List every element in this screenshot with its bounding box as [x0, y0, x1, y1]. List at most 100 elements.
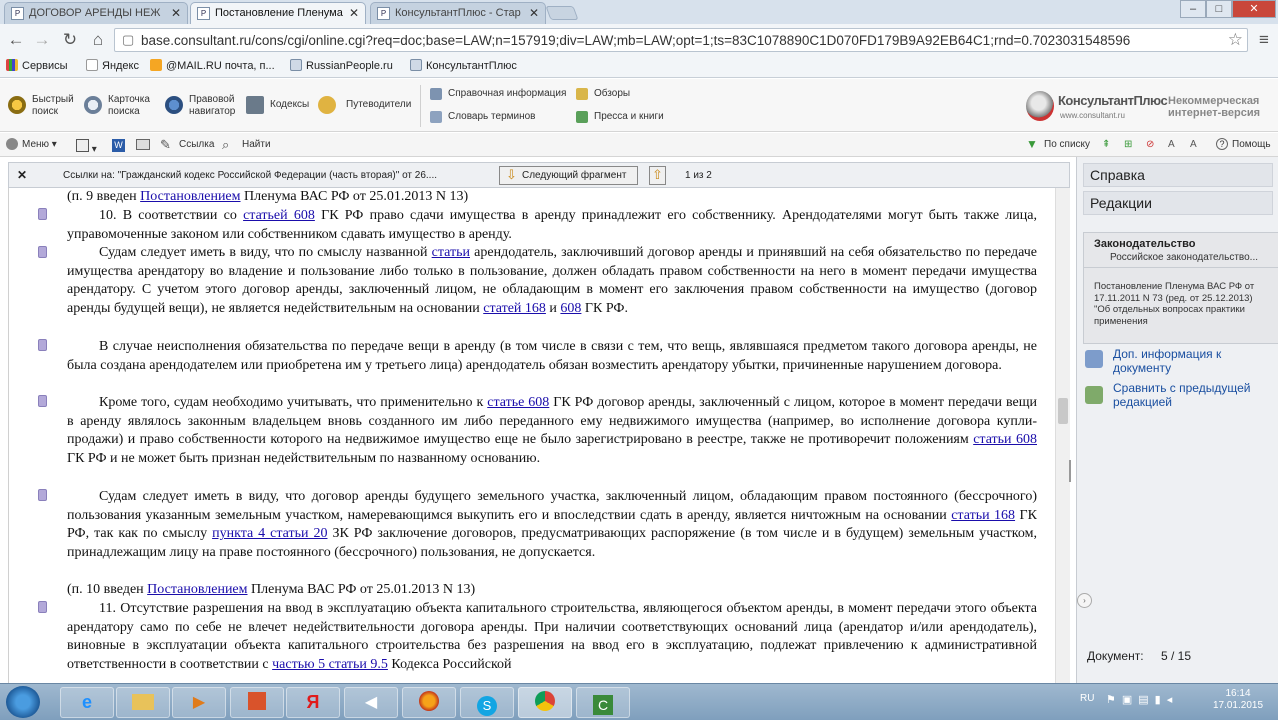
link-button[interactable]: ✎ Ссылка	[160, 137, 215, 152]
document-link[interactable]: Постановлением	[140, 189, 240, 204]
scrollbar-thumb[interactable]	[1058, 398, 1068, 424]
firefox-taskbar-icon[interactable]	[402, 687, 456, 718]
document-counter: 5 / 15	[1161, 649, 1192, 663]
help-button[interactable]: ? Помощь	[1216, 138, 1271, 150]
tab-editions[interactable]: Редакции	[1083, 191, 1273, 215]
close-icon[interactable]: ✕	[171, 6, 181, 20]
bookmark-marker-icon[interactable]	[38, 208, 47, 220]
bookmark-marker-icon[interactable]	[38, 489, 47, 501]
back-arrow-icon[interactable]: ←	[6, 30, 26, 50]
bookmark-marker-icon[interactable]	[38, 339, 47, 351]
document-link[interactable]: статьи 608	[973, 432, 1037, 447]
document-link[interactable]: статей 168	[483, 301, 546, 316]
bookmark-mailru[interactable]: @MAIL.RU почта, п...	[150, 59, 275, 72]
close-icon[interactable]: ✕	[17, 168, 27, 182]
reviews-button[interactable]: Обзоры	[576, 88, 630, 100]
tab-reference[interactable]: Справка	[1083, 163, 1273, 187]
document-scrollbar[interactable]	[1055, 188, 1071, 683]
bookmark-consultant[interactable]: КонсультантПлюс	[410, 59, 517, 72]
bookmark-services[interactable]: Сервисы	[6, 59, 68, 72]
document-link[interactable]: пункта 4 статьи 20	[212, 526, 327, 541]
audio-taskbar-icon[interactable]: ◀	[344, 687, 398, 718]
clock[interactable]: 16:14 17.01.2015	[1206, 688, 1270, 712]
document-link[interactable]: статьи	[432, 245, 470, 260]
card-search-button[interactable]: Карточка поиска	[84, 94, 150, 118]
menu-icon[interactable]: ≡	[1254, 30, 1274, 50]
print-button[interactable]	[136, 139, 150, 153]
divider	[1084, 267, 1278, 268]
by-list-button[interactable]: ▼ По списку	[1026, 137, 1091, 151]
bookmark-marker-icon[interactable]	[38, 395, 47, 407]
yandex-taskbar-icon[interactable]: Я	[286, 687, 340, 718]
tray-icons[interactable]: ⚑▣▤▮◂	[1106, 693, 1178, 706]
explorer-taskbar-icon[interactable]	[116, 687, 170, 718]
dictionary-button[interactable]: Словарь терминов	[430, 111, 536, 123]
paragraph: Кроме того, судам необходимо учитывать, …	[67, 394, 1037, 469]
panel-toggle-icon[interactable]: ›	[1077, 593, 1092, 608]
quick-search-button[interactable]: Быстрый поиск	[8, 94, 74, 118]
consultant-taskbar-icon[interactable]: C	[576, 687, 630, 718]
splitter-handle[interactable]	[1069, 460, 1071, 482]
codes-button[interactable]: Кодексы	[246, 96, 309, 114]
bookmark-star-icon[interactable]: ☆	[1228, 30, 1243, 50]
forward-arrow-icon[interactable]: →	[32, 30, 52, 50]
address-bar[interactable]: ▢ base.consultant.ru/cons/cgi/online.cgi…	[114, 28, 1248, 52]
language-indicator[interactable]: RU	[1080, 693, 1094, 704]
skype-taskbar-icon[interactable]: S	[460, 687, 514, 718]
document-link[interactable]: статьей 608	[243, 208, 315, 223]
close-icon[interactable]: ✕	[349, 6, 359, 20]
button-label: Меню	[22, 139, 50, 150]
close-icon[interactable]: ✕	[529, 6, 539, 20]
signpost-icon	[318, 96, 336, 114]
text: и	[545, 301, 561, 317]
reload-icon[interactable]: ↻	[60, 30, 80, 50]
close-window-button[interactable]: ✕	[1232, 0, 1276, 18]
new-tab-button[interactable]	[545, 6, 579, 20]
button-label: Ссылка	[179, 139, 215, 150]
start-button[interactable]	[6, 686, 40, 718]
tab-postanovlenie[interactable]: P Постановление Пленума ✕	[190, 2, 366, 24]
browser-toolbar: ← → ↻ ⌂ ▢ base.consultant.ru/cons/cgi/on…	[0, 24, 1278, 56]
paragraph: 10. В соответствии со статьей 608 ГК РФ …	[67, 207, 1037, 244]
reference-info-button[interactable]: Справочная информация	[430, 88, 566, 100]
paragraph: Судам следует иметь в виду, что по смысл…	[67, 244, 1037, 319]
button-label: Правовой	[189, 94, 235, 105]
font-larger-icon[interactable]: A	[1168, 139, 1175, 150]
press-books-button[interactable]: Пресса и книги	[576, 111, 664, 123]
word-export-button[interactable]: W	[112, 139, 125, 152]
menu-button[interactable]: Меню ▾	[6, 138, 57, 150]
tab-consultant[interactable]: P КонсультантПлюс - Стар ✕	[370, 2, 546, 24]
compare-link[interactable]: Сравнить с предыдущей редакцией	[1113, 381, 1278, 409]
delete-icon[interactable]: ⊘	[1146, 139, 1154, 150]
prev-icon[interactable]: ⇞	[1102, 139, 1110, 150]
button-label: По списку	[1044, 139, 1091, 150]
font-smaller-icon[interactable]: A	[1190, 139, 1197, 150]
find-button[interactable]: ⌕ Найти	[222, 137, 271, 152]
ie-taskbar-icon[interactable]: e	[60, 687, 114, 718]
media-taskbar-icon[interactable]: ▶	[172, 687, 226, 718]
next-fragment-button[interactable]: ⇩ Следующий фрагмент	[499, 166, 638, 185]
home-icon[interactable]: ⌂	[88, 30, 108, 50]
document-link[interactable]: Постановлением	[147, 582, 247, 597]
guides-button[interactable]: Путеводители	[318, 96, 411, 114]
legal-navigator-button[interactable]: Правовой навигатор	[165, 94, 235, 118]
prev-fragment-button[interactable]: ⇧	[649, 166, 666, 185]
document-link[interactable]: 608	[560, 301, 581, 316]
chrome-taskbar-icon[interactable]	[518, 687, 572, 718]
bookmarks-bar: Сервисы Яндекс @MAIL.RU почта, п... Russ…	[0, 56, 1278, 78]
bookmark-russianpeople[interactable]: RussianPeople.ru	[290, 59, 393, 72]
document-link[interactable]: частью 5 статьи 9.5	[272, 657, 388, 672]
minimize-button[interactable]: –	[1180, 0, 1206, 18]
add-icon[interactable]: ⊞	[1124, 139, 1132, 150]
maximize-button[interactable]: □	[1206, 0, 1232, 18]
extra-info-link[interactable]: Доп. информация к документу	[1113, 347, 1273, 375]
document-link[interactable]: статье 608	[487, 395, 549, 410]
bookmark-marker-icon[interactable]	[38, 246, 47, 258]
document-link[interactable]: статьи 168	[951, 508, 1015, 523]
text: ГК РФ и не может быть признан недействит…	[67, 451, 541, 467]
save-button[interactable]: ▾	[76, 139, 97, 155]
tab-dogovor[interactable]: P ДОГОВОР АРЕНДЫ НЕЖ ✕	[4, 2, 188, 24]
bookmark-marker-icon[interactable]	[38, 601, 47, 613]
office-taskbar-icon[interactable]	[230, 687, 284, 718]
bookmark-yandex[interactable]: Яндекс	[86, 59, 139, 72]
